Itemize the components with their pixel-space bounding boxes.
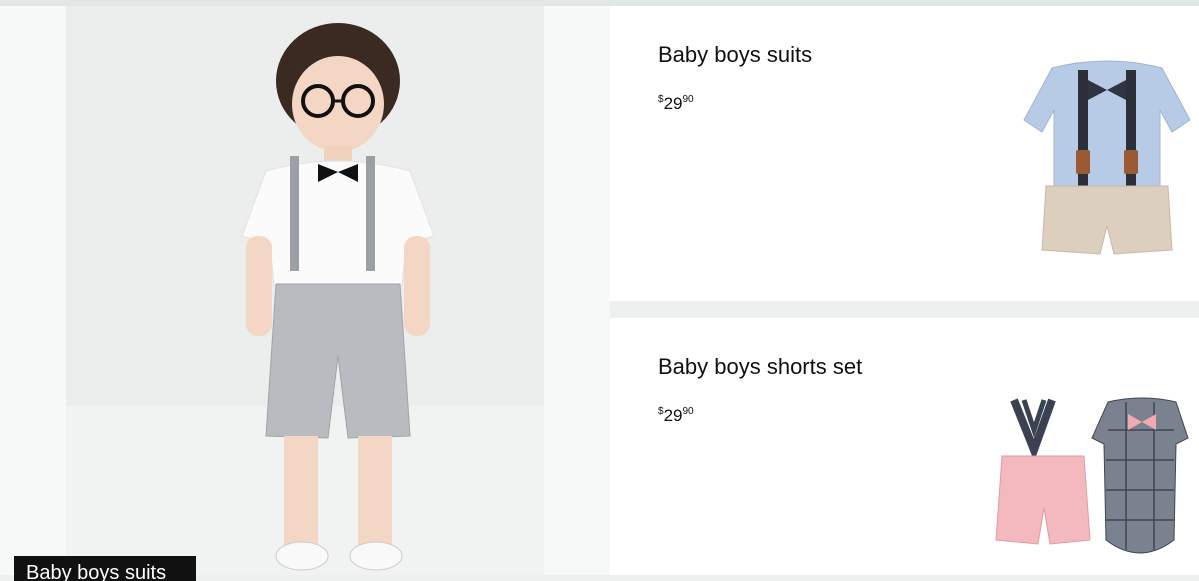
product-title[interactable]: Baby boys suits — [658, 42, 812, 68]
price-whole: 29 — [663, 94, 683, 113]
price-whole: 29 — [663, 406, 683, 425]
product-thumbnail[interactable] — [990, 390, 1190, 570]
price-fraction: 90 — [682, 94, 694, 105]
hero-panel: Baby boys suits — [0, 6, 610, 581]
product-price: $2990 — [658, 94, 694, 114]
price-fraction: 90 — [682, 406, 694, 417]
product-card-shorts-set[interactable]: Baby boys shorts set $2990 — [610, 318, 1199, 575]
hero-caption[interactable]: Baby boys suits — [14, 556, 196, 581]
product-title[interactable]: Baby boys shorts set — [658, 354, 862, 380]
blue-shirt-set-illustration — [1023, 60, 1191, 255]
plaid-bodysuit-set-illustration — [995, 397, 1189, 554]
boy-photo-illustration — [66, 6, 544, 575]
product-price: $2990 — [658, 406, 694, 426]
product-thumbnail[interactable] — [1022, 50, 1192, 266]
product-card-suits[interactable]: Baby boys suits $2990 — [610, 6, 1199, 301]
hero-product-image[interactable] — [66, 6, 544, 575]
